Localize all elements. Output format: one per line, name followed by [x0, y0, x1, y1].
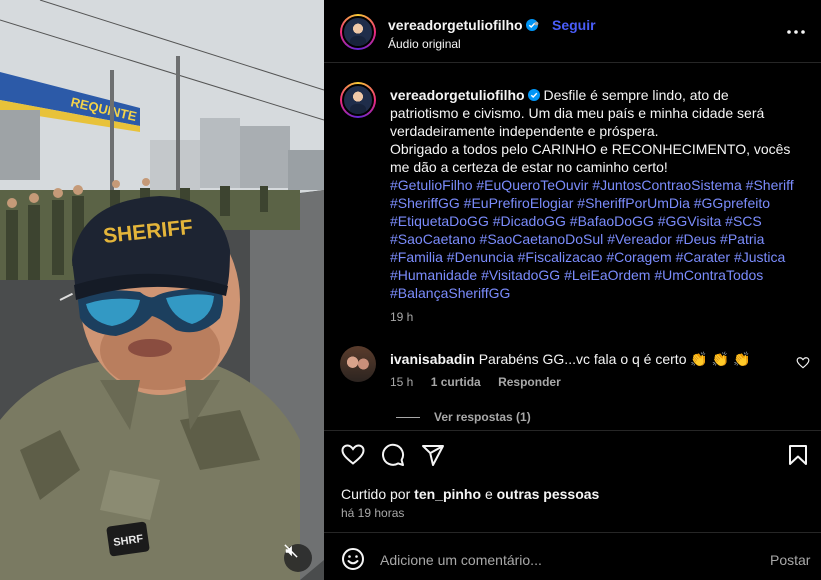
reply-button[interactable]: Responder — [498, 375, 561, 389]
video-frame: REQUINTE SHERIFF SHRF — [0, 0, 324, 580]
heart-outline-icon[interactable] — [796, 356, 810, 370]
hashtag-link[interactable]: #JuntosContraoSistema — [592, 177, 741, 193]
hashtag-link[interactable]: #SaoCaetanoDoSul — [480, 231, 604, 247]
hashtag-link[interactable]: #GetulioFilho — [390, 177, 473, 193]
hashtag-link[interactable]: #Vereador — [607, 231, 672, 247]
hashtag-link[interactable]: #SCS — [725, 213, 762, 229]
hashtag-link[interactable]: #DicadoGG — [493, 213, 566, 229]
actions-divider — [324, 430, 821, 431]
hashtag-link[interactable]: #UmContraTodos — [654, 267, 763, 283]
post-comment-button[interactable]: Postar — [770, 552, 810, 568]
comment-meta: 15 h 1 curtida Responder — [390, 375, 575, 389]
add-comment-input[interactable] — [380, 549, 750, 571]
hashtag-link[interactable]: #LeiEaOrdem — [564, 267, 650, 283]
hashtag-link[interactable]: #VisitadoGG — [481, 267, 560, 283]
hashtag-link[interactable]: #EuPrefiroElogiar — [464, 195, 574, 211]
add-comment-divider — [324, 532, 821, 533]
hashtag-link[interactable]: #Fiscalizacao — [518, 249, 603, 265]
post-time-ago: há 19 horas — [341, 506, 405, 520]
comment-body: ivanisabadin Parabéns GG...vc fala o q é… — [390, 350, 780, 368]
post-caption: vereadorgetuliofilho Desfile é sempre li… — [390, 86, 798, 302]
caption-text-2: Obrigado a todos pelo CARINHO e RECONHEC… — [390, 141, 791, 175]
hashtag-link[interactable]: #Denuncia — [447, 249, 514, 265]
send-icon[interactable] — [421, 443, 445, 467]
post-details-panel: vereadorgetuliofilho • Seguir Áudio orig… — [324, 0, 821, 580]
hashtag-link[interactable]: #EuQueroTeOuvir — [476, 177, 588, 193]
liked-others[interactable]: outras pessoas — [497, 486, 600, 502]
liked-user[interactable]: ten_pinho — [414, 486, 481, 502]
author-avatar[interactable] — [340, 14, 376, 50]
follow-button[interactable]: Seguir — [552, 17, 596, 33]
commenter-username[interactable]: ivanisabadin — [390, 351, 475, 367]
comment-time: 15 h — [390, 375, 414, 389]
post-header: vereadorgetuliofilho • Seguir Áudio orig… — [324, 0, 821, 63]
caption-author-avatar[interactable] — [340, 82, 376, 118]
comment-bubble-icon[interactable] — [381, 443, 405, 467]
hashtag-link[interactable]: #SheriffGG — [390, 195, 460, 211]
hashtag-link[interactable]: #Humanidade — [390, 267, 477, 283]
mute-button[interactable] — [284, 544, 312, 572]
hashtag-link[interactable]: #EtiquetaDoGG — [390, 213, 489, 229]
caption-timestamp: 19 h — [390, 310, 414, 324]
smiley-icon[interactable] — [341, 547, 365, 571]
view-replies-button[interactable]: Ver respostas (1) — [396, 410, 531, 424]
commenter-avatar[interactable] — [340, 346, 376, 382]
post-media-video[interactable]: REQUINTE SHERIFF SHRF — [0, 0, 324, 580]
hashtag-link[interactable]: #Patria — [720, 231, 764, 247]
header-separator: • — [534, 15, 539, 31]
hashtag-list: #GetulioFilho #EuQueroTeOuvir #JuntosCon… — [390, 177, 794, 301]
hashtag-link[interactable]: #SheriffPorUmDia — [577, 195, 690, 211]
hashtag-link[interactable]: #SaoCaetano — [390, 231, 476, 247]
hashtag-link[interactable]: #BalançaSheriffGG — [390, 285, 510, 301]
liked-by-summary: Curtido por ten_pinho e outras pessoas — [341, 486, 599, 502]
liked-joiner: e — [484, 486, 493, 502]
hashtag-link[interactable]: #Deus — [676, 231, 716, 247]
hashtag-link[interactable]: #Familia — [390, 249, 443, 265]
heart-icon[interactable] — [341, 443, 365, 467]
verified-badge-icon — [527, 89, 540, 101]
bookmark-icon[interactable] — [786, 443, 810, 467]
hashtag-link[interactable]: #GGVisita — [658, 213, 722, 229]
hashtag-link[interactable]: #Justica — [734, 249, 785, 265]
hashtag-link[interactable]: #Carater — [676, 249, 730, 265]
original-audio-link[interactable]: Áudio original — [388, 37, 461, 51]
author-username[interactable]: vereadorgetuliofilho — [388, 17, 538, 33]
hashtag-link[interactable]: #Sheriff — [746, 177, 794, 193]
hashtag-link[interactable]: #GGprefeito — [694, 195, 770, 211]
comment-likes[interactable]: 1 curtida — [431, 375, 481, 389]
liked-prefix: Curtido por — [341, 486, 411, 502]
hashtag-link[interactable]: #Coragem — [606, 249, 671, 265]
speaker-muted-icon — [284, 544, 298, 558]
comment-text: Parabéns GG...vc fala o q é certo 👏 👏 👏 — [478, 351, 751, 367]
caption-username[interactable]: vereadorgetuliofilho — [390, 87, 525, 103]
view-replies-label: Ver respostas (1) — [434, 410, 531, 424]
replies-divider — [396, 416, 420, 418]
more-horizontal-icon[interactable] — [785, 22, 807, 42]
hashtag-link[interactable]: #BafaoDoGG — [570, 213, 654, 229]
